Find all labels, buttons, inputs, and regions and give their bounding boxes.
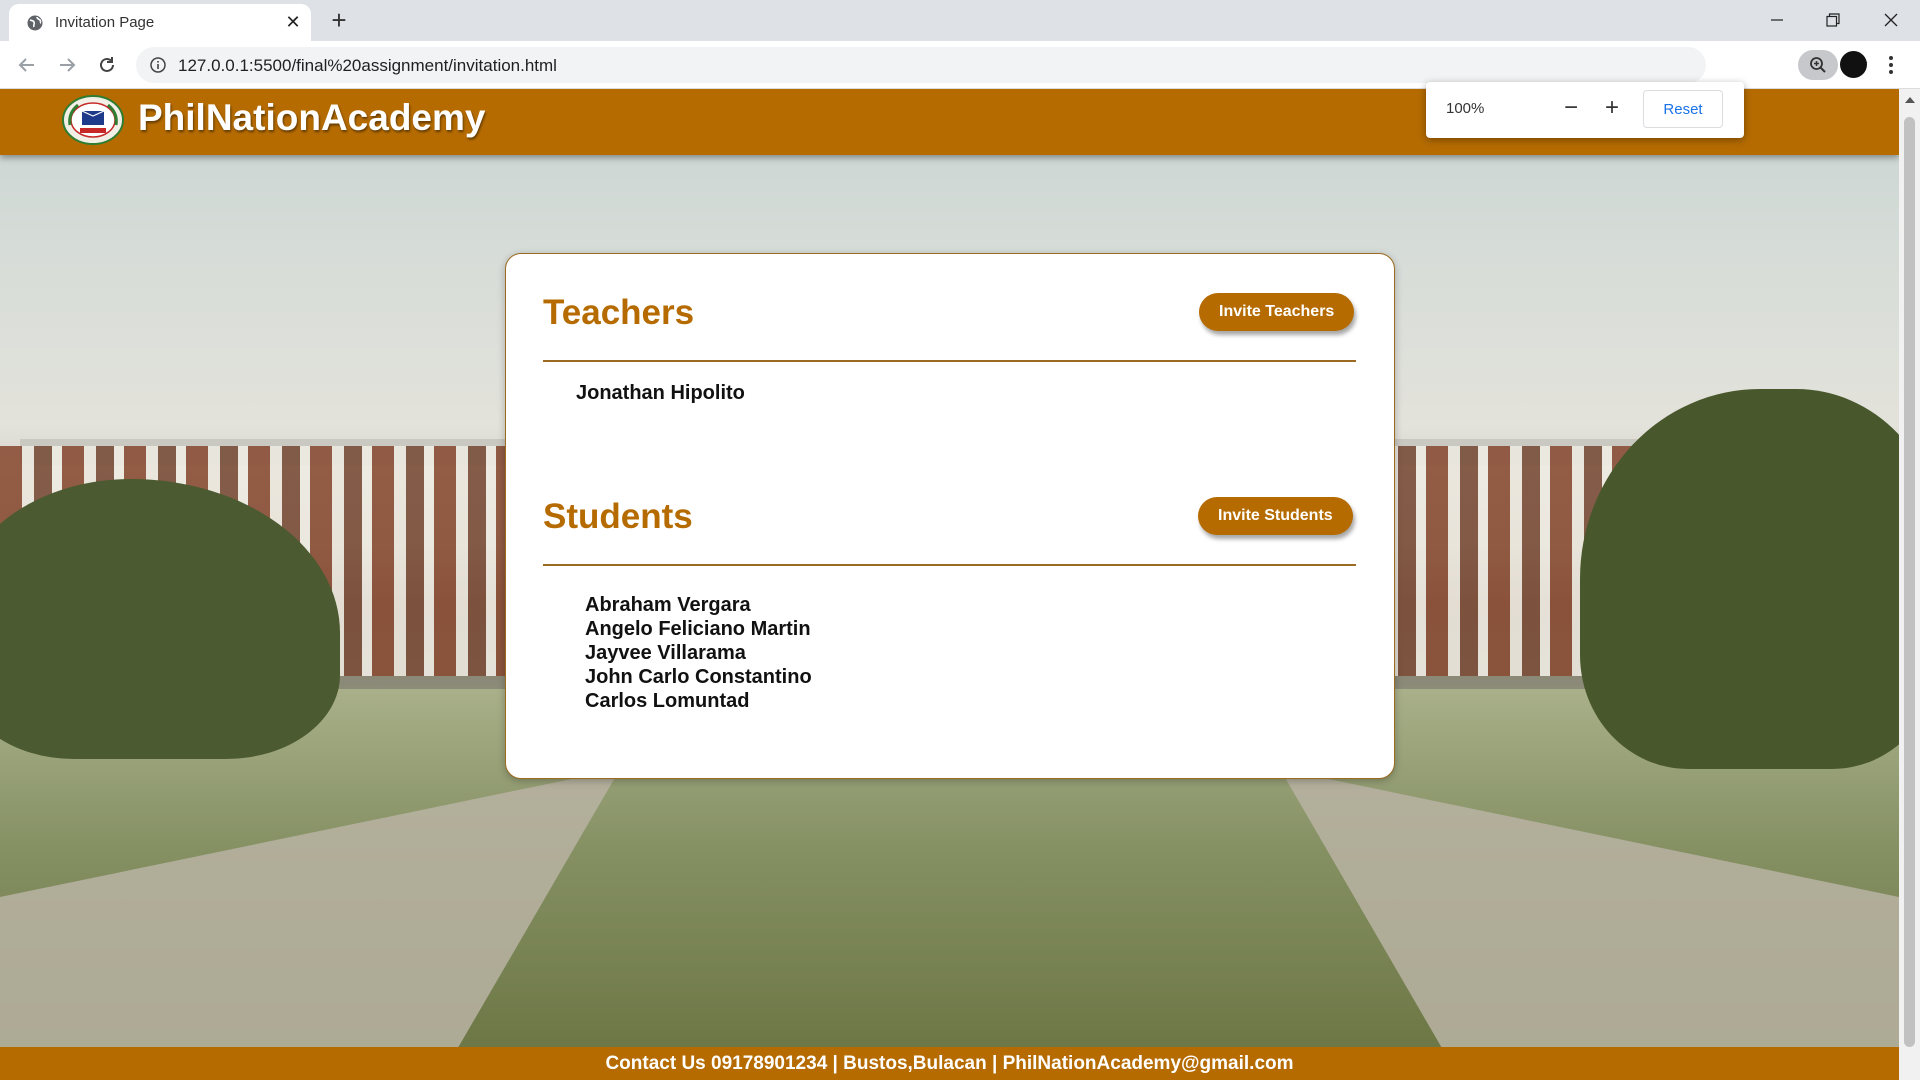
invite-students-button[interactable]: Invite Students bbox=[1198, 497, 1353, 535]
zoom-in-button[interactable]: + bbox=[1601, 96, 1623, 120]
page-viewport: PhilNationAcademy Teachers Invite Teache… bbox=[0, 89, 1899, 1080]
zoom-popup: 100% − + Reset bbox=[1426, 82, 1744, 138]
window-close-icon bbox=[1884, 13, 1898, 27]
scroll-up-icon[interactable] bbox=[1905, 97, 1915, 103]
url-text[interactable]: 127.0.0.1:5500/final%20assignment/invita… bbox=[178, 56, 557, 76]
menu-icon[interactable] bbox=[1884, 51, 1898, 79]
scroll-thumb[interactable] bbox=[1904, 117, 1915, 1047]
students-title: Students bbox=[543, 497, 693, 536]
academy-logo bbox=[62, 95, 124, 145]
footer-contact: Contact Us 09178901234 | Bustos,Bulacan … bbox=[605, 1053, 1294, 1074]
student-name: John Carlo Constantino bbox=[585, 666, 812, 688]
student-list: Abraham Vergara Angelo Feliciano Martin … bbox=[585, 593, 812, 713]
site-footer: Contact Us 09178901234 | Bustos,Bulacan … bbox=[0, 1047, 1899, 1080]
address-bar[interactable]: 127.0.0.1:5500/final%20assignment/invita… bbox=[136, 47, 1869, 83]
reload-icon[interactable] bbox=[94, 52, 120, 78]
info-icon[interactable] bbox=[150, 57, 166, 73]
minimize-icon bbox=[1771, 19, 1783, 21]
tab-strip: Invitation Page ✕ + bbox=[0, 0, 1920, 41]
student-name: Jayvee Villarama bbox=[585, 642, 746, 664]
brand-title[interactable]: PhilNationAcademy bbox=[138, 97, 485, 139]
student-name: Abraham Vergara bbox=[585, 594, 751, 616]
zoom-out-button[interactable]: − bbox=[1560, 96, 1582, 120]
page-scrollbar[interactable] bbox=[1899, 89, 1920, 1080]
invitation-card: Teachers Invite Teachers Jonathan Hipoli… bbox=[505, 253, 1395, 779]
teachers-divider bbox=[543, 360, 1356, 362]
tab-title: Invitation Page bbox=[55, 14, 155, 31]
teacher-name: Jonathan Hipolito bbox=[576, 382, 745, 404]
students-divider bbox=[543, 564, 1356, 566]
student-name: Angelo Feliciano Martin bbox=[585, 618, 811, 640]
forward-icon[interactable] bbox=[54, 52, 80, 78]
profile-avatar[interactable] bbox=[1840, 51, 1867, 78]
back-icon[interactable] bbox=[14, 52, 40, 78]
teachers-title: Teachers bbox=[543, 293, 695, 332]
restore-icon bbox=[1826, 13, 1840, 27]
zoom-reset-button[interactable]: Reset bbox=[1643, 90, 1723, 128]
globe-icon bbox=[27, 15, 43, 31]
browser-tab[interactable]: Invitation Page ✕ bbox=[9, 4, 311, 41]
restore-button[interactable] bbox=[1806, 0, 1860, 40]
minimize-button[interactable] bbox=[1750, 0, 1804, 40]
student-name: Carlos Lomuntad bbox=[585, 690, 750, 712]
zoom-icon[interactable] bbox=[1798, 50, 1838, 80]
invite-teachers-button[interactable]: Invite Teachers bbox=[1199, 293, 1355, 331]
plus-icon[interactable]: + bbox=[326, 7, 352, 34]
window-close-button[interactable] bbox=[1864, 0, 1918, 40]
zoom-level: 100% bbox=[1446, 100, 1485, 117]
close-icon[interactable]: ✕ bbox=[282, 11, 304, 33]
